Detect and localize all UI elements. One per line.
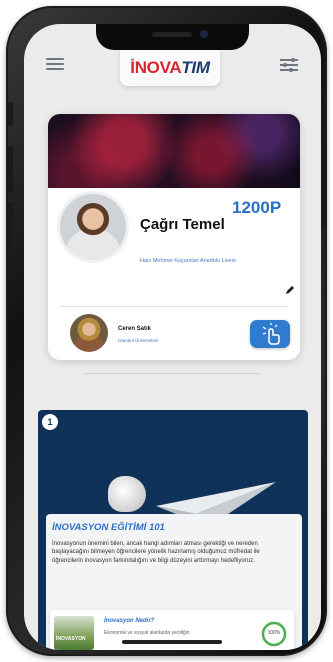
speaker-grille xyxy=(152,32,192,37)
touch-icon xyxy=(262,323,280,345)
lesson-snippet: Ekonomik ve sosyal alanlarda yeniliğin xyxy=(104,630,190,636)
app-logo: İNOVATIM xyxy=(120,50,220,86)
lesson-card[interactable]: İNOVASYON İnovasyon Nedir? Ekonomik ve s… xyxy=(50,610,294,650)
course-title: İNOVASYON EĞİTİMİ 101 xyxy=(52,522,165,533)
notch xyxy=(96,24,249,50)
course-description: İnovasyonun önemini bilen, ancak hangi a… xyxy=(52,541,260,564)
volume-up-button xyxy=(8,146,13,192)
logo-text-inova: İNOVA xyxy=(130,58,182,77)
mute-switch xyxy=(8,102,13,126)
logo-text-tim: TIM xyxy=(181,58,210,77)
hamburger-icon[interactable] xyxy=(46,58,64,70)
progress-ring: 100% xyxy=(260,620,288,648)
mentor-avatar[interactable] xyxy=(70,314,108,352)
points-value: 1200P xyxy=(232,198,282,217)
course-number-badge: 1 xyxy=(42,414,58,430)
course-info-panel: İNOVASYON EĞİTİMİ 101 İnovasyonun önemin… xyxy=(46,514,302,650)
pencil-icon[interactable] xyxy=(284,284,296,296)
volume-down-button xyxy=(8,202,13,248)
avatar[interactable] xyxy=(60,194,126,260)
logo-tab: İNOVATIM xyxy=(120,50,220,86)
mentor-school: İstanbul Üniversitesi xyxy=(118,338,159,343)
cover-image xyxy=(48,114,300,188)
sliders-icon[interactable] xyxy=(280,58,298,72)
progress-label: 100% xyxy=(267,630,281,636)
section-separator xyxy=(84,373,260,374)
course-card[interactable]: 1 İNOVASYON EĞİTİMİ 101 İnovasyonun önem… xyxy=(38,410,308,650)
front-camera xyxy=(200,30,208,38)
user-school: Hacı Mehmet Koçarslan Anadolu Lisesi xyxy=(140,258,236,264)
mentor-action-button[interactable] xyxy=(250,320,290,348)
lesson-thumbnail-label: İNOVASYON xyxy=(56,636,86,642)
user-name: Çağrı Temel xyxy=(140,216,225,233)
app-screen: İNOVATIM Çağrı Temel 1200P Hacı Mehmet K… xyxy=(24,24,321,650)
lesson-title: İnovasyon Nedir? xyxy=(104,618,155,624)
mentor-name: Ceren Satık xyxy=(118,326,152,332)
phone-frame: İNOVATIM Çağrı Temel 1200P Hacı Mehmet K… xyxy=(6,6,327,656)
profile-card: Çağrı Temel 1200P Hacı Mehmet Koçarslan … xyxy=(48,114,300,360)
lesson-thumbnail: İNOVASYON xyxy=(54,616,94,650)
paper-ball-illustration xyxy=(108,476,146,512)
home-indicator xyxy=(122,640,222,644)
divider xyxy=(60,306,288,307)
